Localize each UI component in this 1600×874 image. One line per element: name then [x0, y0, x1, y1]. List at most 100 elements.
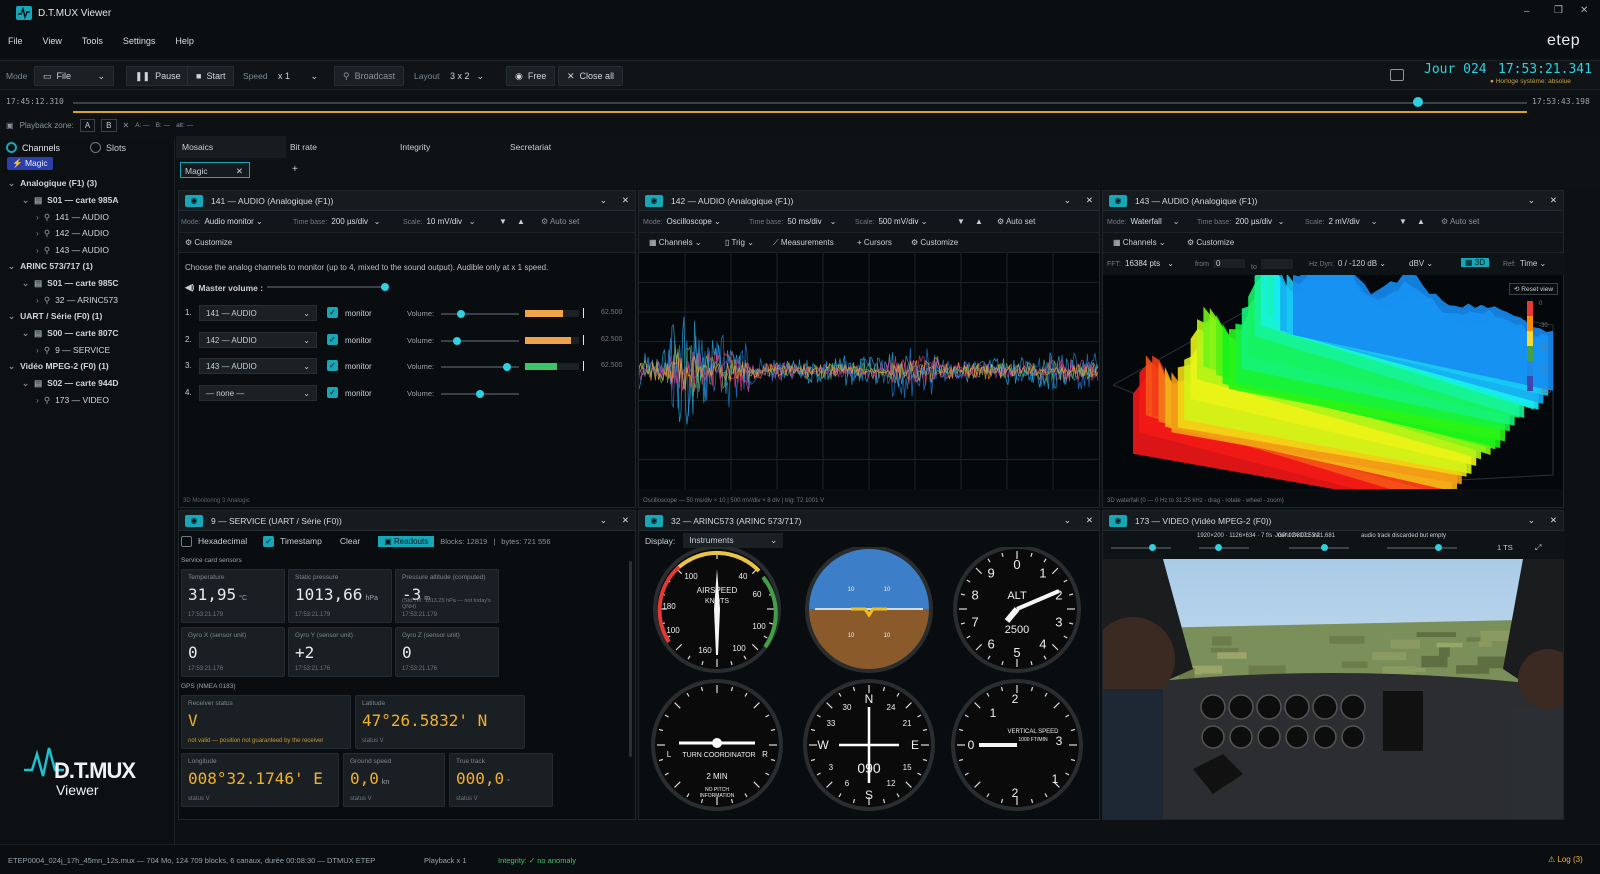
chevron-down-icon[interactable]: ⌄	[22, 328, 29, 338]
to-input[interactable]	[1260, 259, 1293, 269]
close-panel-icon[interactable]: ✕	[1086, 195, 1093, 206]
speed-select[interactable]: x 1 ⌄	[270, 66, 326, 86]
timeline-track[interactable]	[73, 102, 1527, 104]
add-tab-button[interactable]: +	[292, 164, 298, 175]
chevron-right-icon[interactable]: ›	[36, 395, 39, 405]
instrument-cluster[interactable]: AIRSPEEDKNOTS100406010010016018010010101…	[639, 547, 1099, 819]
mode-select[interactable]: Audio monitor	[204, 217, 253, 226]
tree-item[interactable]: ⌄ ▤ S00 — carte 807C	[22, 328, 119, 339]
chevron-right-icon[interactable]: ›	[36, 245, 39, 255]
trig-button[interactable]: ▯ Trig ⌄	[725, 238, 754, 247]
readouts-button[interactable]: ▣ Readouts	[378, 535, 435, 547]
mode-select[interactable]: ▭ File ⌄	[34, 66, 114, 86]
chevron-down-icon[interactable]: ⌄	[1528, 515, 1535, 526]
timeline-thumb[interactable]	[1412, 97, 1423, 107]
chevron-right-icon[interactable]: ›	[36, 228, 39, 238]
volume-slider[interactable]	[441, 310, 519, 318]
unit-select[interactable]: dBV	[1409, 259, 1424, 268]
customize-button[interactable]: ⚙ Customize	[185, 238, 232, 247]
tree-item[interactable]: › ⚲ 173 — VIDEO	[36, 395, 109, 406]
chevron-down-icon[interactable]: ⌄	[1528, 195, 1535, 206]
fft-select[interactable]: 16384 pts	[1125, 259, 1165, 268]
scale-select[interactable]: 500 mV/div	[878, 217, 918, 226]
trigger-down-icon[interactable]: ▼	[1399, 217, 1407, 226]
measurements-button[interactable]: ⟋ Measurements	[773, 238, 834, 248]
auto-set-button[interactable]: ⚙ Auto set	[541, 217, 579, 226]
channels-button[interactable]: ▦ Channels ⌄	[649, 238, 702, 247]
zone-clear-button[interactable]: ✕	[123, 121, 130, 130]
trigger-up-icon[interactable]: ▲	[1417, 217, 1425, 226]
monitor-checkbox[interactable]: ✓	[327, 333, 338, 345]
close-icon[interactable]: ✕	[236, 166, 243, 177]
broadcast-button[interactable]: ⚲ Broadcast	[334, 66, 405, 86]
oscilloscope-plot[interactable]	[639, 253, 1099, 489]
tab-bitrate[interactable]: Bit rate	[290, 142, 317, 152]
trigger-up-icon[interactable]: ▲	[517, 217, 525, 226]
monitor-checkbox[interactable]: ✓	[327, 386, 338, 398]
video-slider-2[interactable]	[1199, 544, 1249, 551]
chevron-down-icon[interactable]: ⌄	[1064, 515, 1071, 526]
channel-select[interactable]: 141 — AUDIO ⌄	[199, 305, 317, 321]
volume-slider[interactable]	[441, 389, 519, 398]
customize-button[interactable]: ⚙ Customize	[911, 238, 958, 247]
dyn-select[interactable]: 0 / -120 dB	[1338, 259, 1377, 268]
maximize-icon[interactable]: ❐	[1554, 5, 1563, 16]
menu-item-help[interactable]: Help	[175, 36, 194, 46]
timebase-select[interactable]: 200 µs/div	[331, 217, 371, 226]
layout-select[interactable]: 3 x 2 ⌄	[442, 66, 492, 86]
tree-item[interactable]: › ⚲ 32 — ARINC573	[36, 295, 118, 306]
tree-item[interactable]: ⌄ Vidéo MPEG-2 (F0) (1)	[8, 361, 109, 372]
tree-item[interactable]: › ⚲ 9 — SERVICE	[36, 345, 110, 356]
chevron-right-icon[interactable]: ›	[36, 345, 39, 355]
free-button[interactable]: ◉ Free	[506, 66, 556, 86]
tab-integrity[interactable]: Integrity	[400, 142, 430, 152]
zone-b-button[interactable]: B	[101, 119, 117, 132]
mode-select[interactable]: Oscilloscope	[666, 217, 711, 226]
trigger-down-icon[interactable]: ▼	[957, 217, 965, 226]
subtab-magic[interactable]: Magic ✕	[180, 162, 250, 178]
magic-button[interactable]: ⚡ Magic	[7, 157, 53, 170]
menu-item-file[interactable]: File	[8, 36, 23, 46]
pause-button[interactable]: ❚❚ Pause	[126, 66, 190, 86]
screen-icon[interactable]	[1390, 69, 1404, 81]
menu-item-tools[interactable]: Tools	[82, 36, 103, 46]
auto-set-button[interactable]: ⚙ Auto set	[1441, 217, 1479, 226]
log-button[interactable]: ⚠ Log (3)	[1548, 855, 1583, 864]
from-input[interactable]: 0	[1213, 259, 1245, 268]
cockpit-video-frame[interactable]	[1103, 559, 1563, 819]
chevron-down-icon[interactable]: ⌄	[8, 178, 15, 188]
clear-button[interactable]: Clear	[340, 536, 360, 546]
scale-select[interactable]: 2 mV/div	[1328, 217, 1368, 226]
slider-thumb[interactable]	[456, 310, 465, 318]
timestamp-checkbox[interactable]: ✓	[263, 535, 275, 547]
timebase-select[interactable]: 50 ms/div	[787, 217, 827, 226]
tab-secretariat[interactable]: Secretariat	[510, 142, 551, 152]
tree-item[interactable]: › ⚲ 141 — AUDIO	[36, 212, 109, 223]
minimize-icon[interactable]: –	[1524, 6, 1530, 17]
close-all-button[interactable]: ✕ Close all	[558, 66, 624, 86]
tree-item[interactable]: › ⚲ 143 — AUDIO	[36, 245, 109, 256]
cursors-button[interactable]: + Cursors	[857, 238, 892, 247]
start-button[interactable]: ■ Start	[187, 66, 235, 86]
close-panel-icon[interactable]: ✕	[622, 195, 629, 206]
chevron-down-icon[interactable]: ⌄	[1064, 195, 1071, 206]
tree-item[interactable]: ⌄ Analogique (F1) (3)	[8, 178, 97, 189]
slider-thumb[interactable]	[503, 363, 512, 371]
video-slider-3[interactable]	[1289, 544, 1349, 551]
tree-item[interactable]: ⌄ ▤ S01 — carte 985A	[22, 195, 119, 206]
slider-thumb[interactable]	[381, 283, 389, 291]
scrollbar[interactable]	[629, 561, 632, 757]
ref-select[interactable]: Time	[1520, 259, 1537, 268]
close-panel-icon[interactable]: ✕	[1550, 515, 1557, 526]
chevron-down-icon[interactable]: ⌄	[22, 378, 29, 388]
video-slider-1[interactable]	[1111, 544, 1171, 551]
channels-button[interactable]: ▦ Channels ⌄	[1113, 238, 1166, 247]
display-select[interactable]: Instruments ⌄	[683, 533, 784, 548]
chevron-down-icon[interactable]: ⌄	[22, 278, 29, 288]
chevron-down-icon[interactable]: ⌄	[600, 515, 607, 526]
chevron-right-icon[interactable]: ›	[36, 295, 39, 305]
reset-view-button[interactable]: ⟲ Reset view	[1509, 283, 1559, 295]
channel-select[interactable]: 143 — AUDIO ⌄	[199, 358, 317, 374]
tree-item[interactable]: ⌄ ARINC 573/717 (1)	[8, 261, 93, 272]
monitor-checkbox[interactable]: ✓	[327, 307, 338, 318]
